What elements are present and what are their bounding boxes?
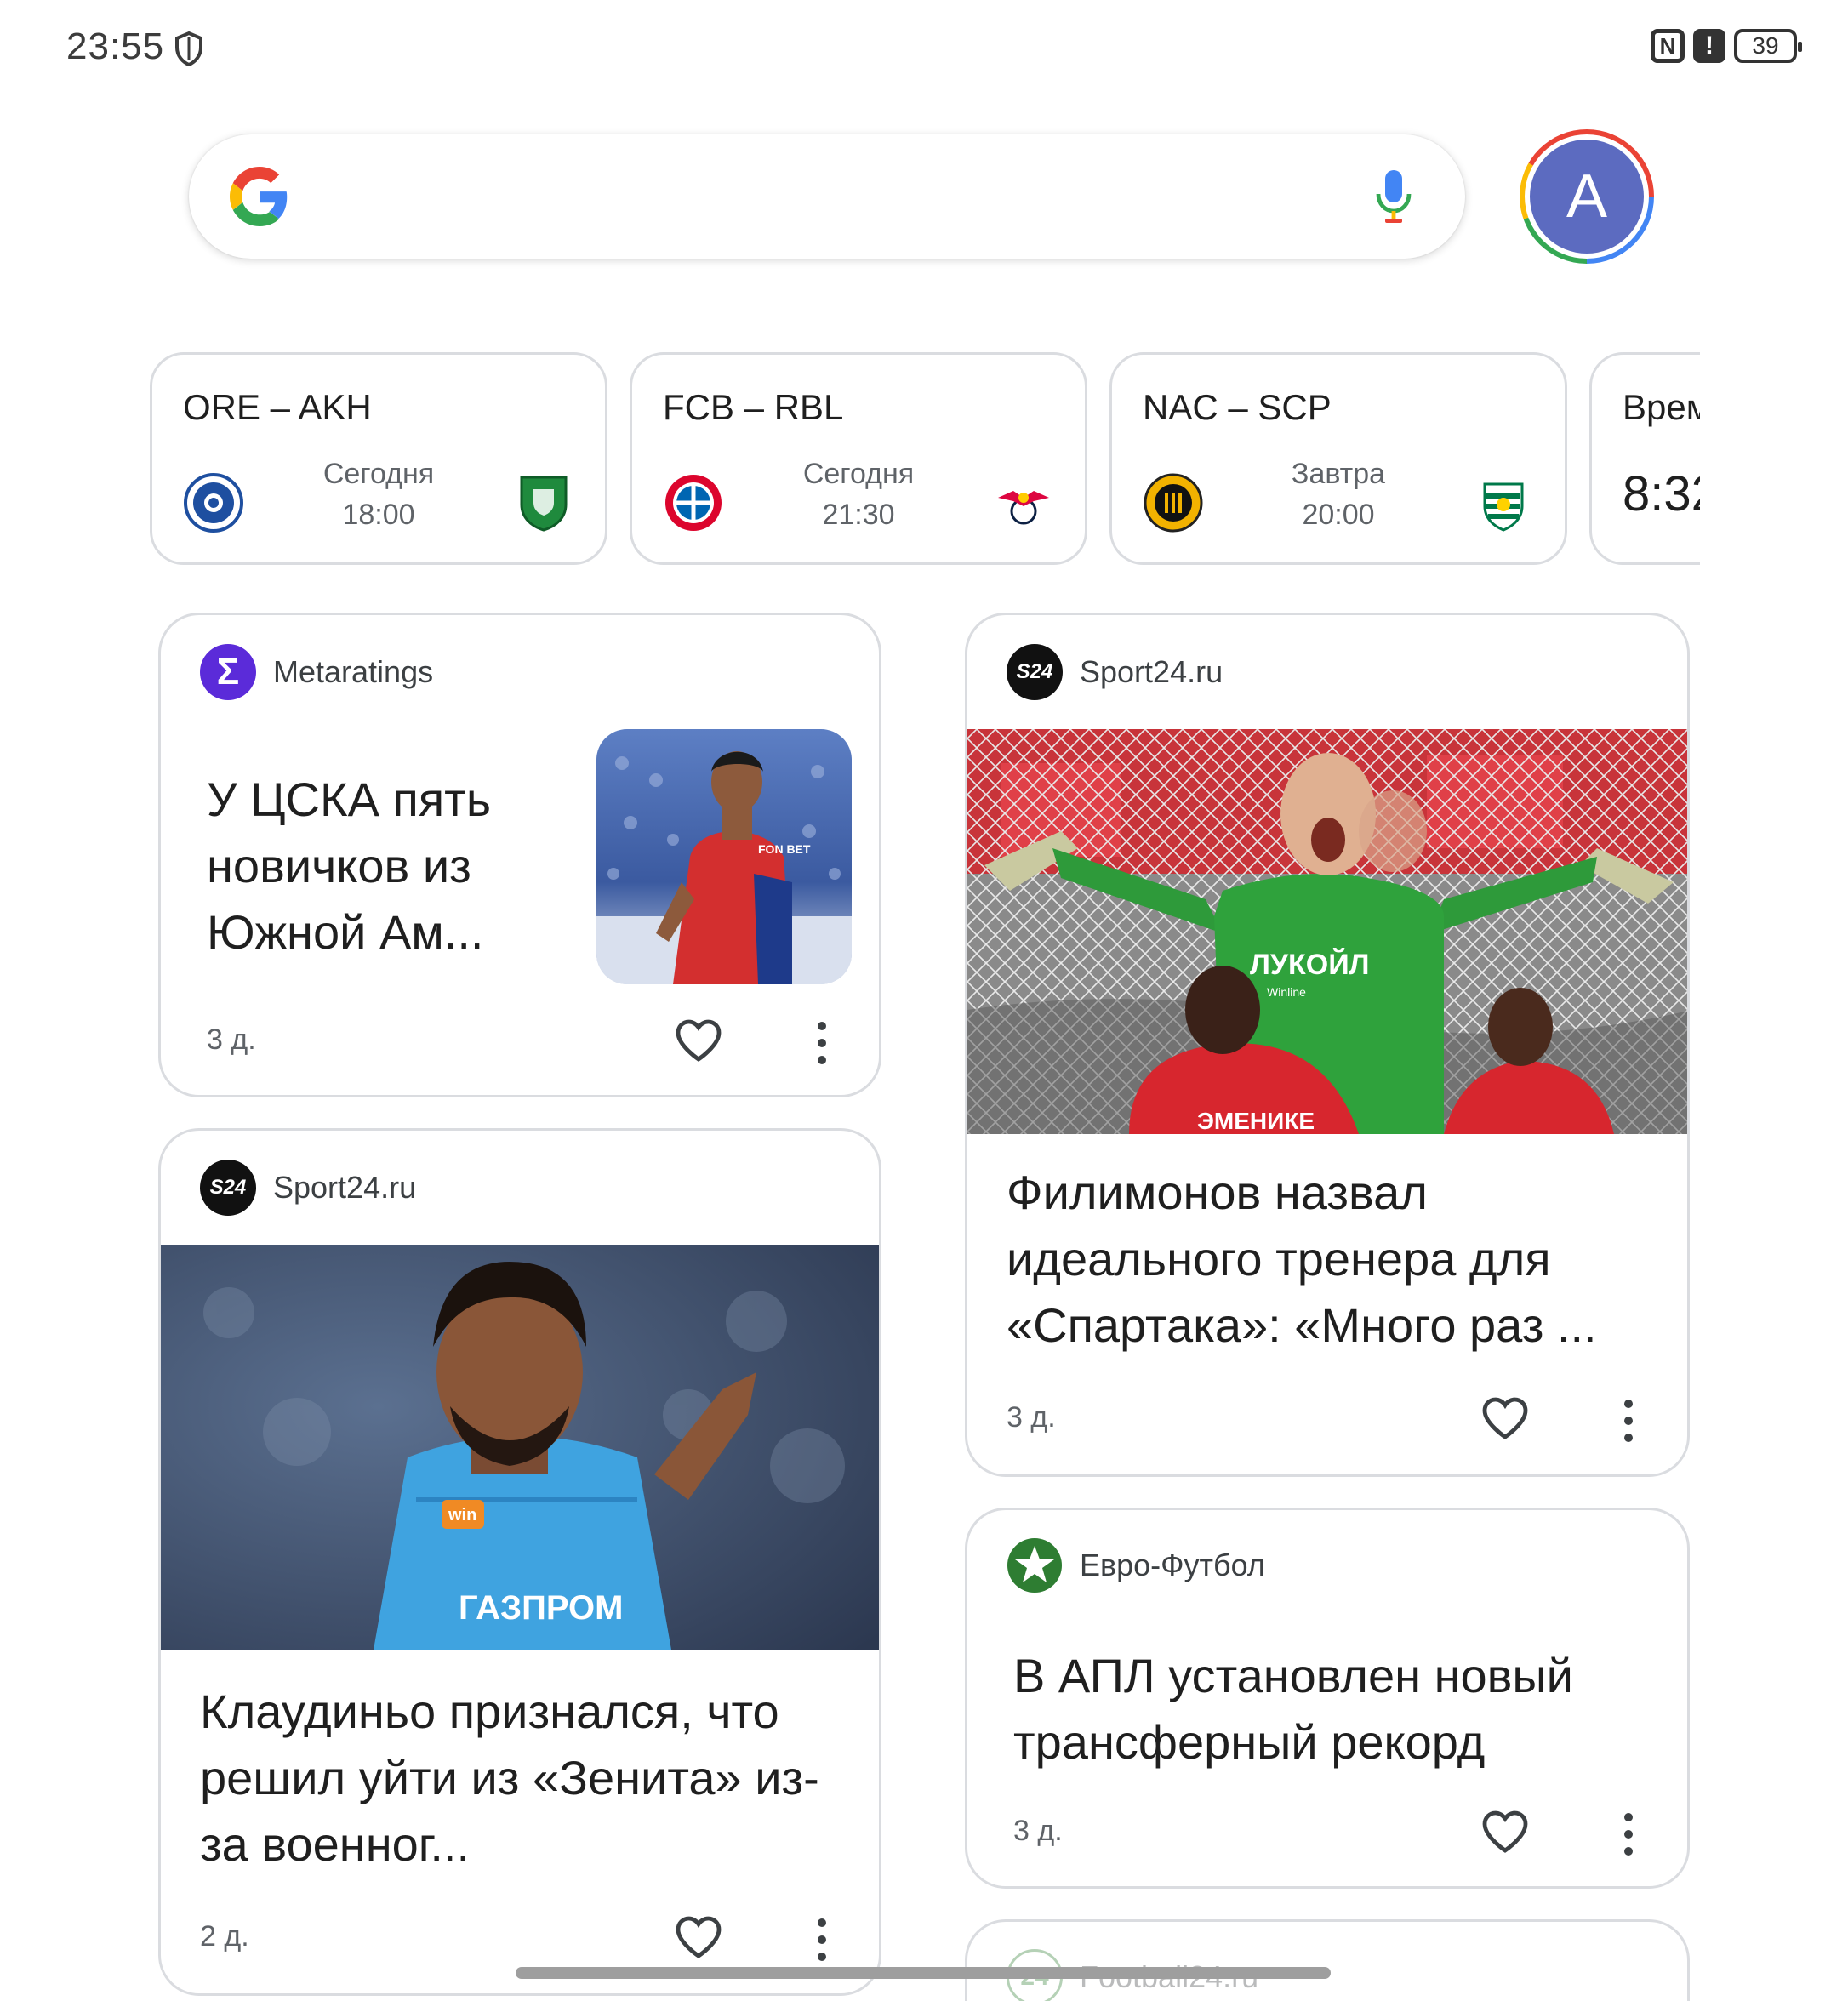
news-age: 3 д. [1013, 1815, 1063, 1847]
news-title[interactable]: Клаудиньо признался, что решил уйти из «… [200, 1679, 864, 1878]
source-name: Евро-Футбол [1080, 1548, 1265, 1582]
heart-icon[interactable] [1481, 1810, 1529, 1854]
microphone-icon[interactable] [1375, 168, 1412, 225]
match-card[interactable]: FCB – RBL Сегодня 21:30 [630, 352, 1087, 565]
google-logo-icon [230, 167, 288, 226]
search-input[interactable] [317, 165, 1320, 228]
news-card[interactable]: S24 Sport24.ru ЛУКОЙЛ Winline ЭМЕНИКЕ Фи… [965, 613, 1690, 1477]
jersey-sponsor-text: ГАЗПРОМ [459, 1589, 623, 1627]
heart-icon[interactable] [675, 1915, 722, 1959]
news-title[interactable]: Филимонов назвал идеального тренера для … [1007, 1160, 1670, 1359]
eurofootball-logo-icon [1007, 1538, 1062, 1593]
jersey-badge-text: win [448, 1506, 476, 1525]
search-bar[interactable] [189, 134, 1465, 259]
account-avatar-button[interactable]: A [1520, 129, 1654, 264]
source-name: Metaratings [273, 654, 434, 689]
news-image[interactable]: win ГАЗПРОМ [161, 1245, 879, 1650]
news-source: Евро-Футбол [1007, 1536, 1265, 1595]
jersey-sponsor-text: ЛУКОЙЛ [1250, 948, 1370, 981]
news-card[interactable]: S24 Sport24.ru win ГАЗПРОМ Клаудиньо при… [158, 1128, 881, 1996]
news-source: S24 Sport24.ru [200, 1158, 416, 1217]
match-card[interactable]: NAC – SCP Завтра 20:00 [1109, 352, 1567, 565]
battery-icon: 39 [1734, 29, 1802, 63]
match-hour: 8:32 [1623, 466, 1700, 522]
more-options-icon[interactable] [816, 1022, 828, 1064]
more-options-icon[interactable] [816, 1918, 828, 1961]
news-age: 3 д. [207, 1023, 256, 1056]
jersey-name-text: ЭМЕНИКЕ [1197, 1108, 1315, 1134]
football-player-photo: FON BET [596, 729, 852, 984]
news-age: 2 д. [200, 1920, 249, 1953]
match-title: ORE – AKH [183, 387, 372, 427]
news-source: Σ Metaratings [200, 642, 433, 702]
more-options-icon[interactable] [1623, 1400, 1634, 1442]
team-crest-icon [1483, 482, 1524, 532]
match-title: Врем [1623, 387, 1700, 427]
source-name: Sport24.ru [1080, 654, 1223, 689]
jersey-sponsor-text: FON BET [758, 842, 811, 856]
avatar: A [1530, 140, 1644, 254]
shield-icon [175, 31, 202, 66]
sports-scores-carousel[interactable]: ORE – AKH Сегодня 18:00 FCB – RBL Сегодн… [150, 352, 1700, 567]
source-name: Sport24.ru [273, 1170, 417, 1205]
football-player-photo: win ГАЗПРОМ [161, 1245, 879, 1650]
team-crest-icon [998, 491, 1049, 525]
status-bar: 23:55 N ! 39 [0, 0, 1848, 102]
nfc-icon: N [1651, 29, 1685, 63]
team-crest-icon [520, 476, 568, 532]
heart-icon[interactable] [675, 1018, 722, 1063]
status-time: 23:55 [66, 26, 165, 67]
sport24-logo-icon: S24 [200, 1160, 256, 1216]
news-card[interactable]: Евро-Футбол В АПЛ установлен новый транс… [965, 1508, 1690, 1889]
alert-icon: ! [1693, 29, 1725, 63]
news-card[interactable]: 24 Football24.ru [965, 1919, 1690, 2001]
more-options-icon[interactable] [1623, 1813, 1634, 1856]
match-title: NAC – SCP [1143, 387, 1332, 427]
news-title[interactable]: У ЦСКА пять новичков из Южной Ам... [207, 767, 581, 966]
heart-icon[interactable] [1481, 1396, 1529, 1440]
metaratings-logo-icon: Σ [200, 644, 256, 700]
match-card[interactable]: ORE – AKH Сегодня 18:00 [150, 352, 607, 565]
news-thumbnail[interactable]: FON BET [596, 729, 852, 984]
match-card[interactable]: Врем 8:32 [1589, 352, 1700, 565]
news-source: S24 Sport24.ru [1007, 642, 1223, 702]
news-age: 3 д. [1007, 1401, 1056, 1434]
status-icons: N ! 39 [1651, 29, 1802, 63]
sport24-logo-icon: S24 [1007, 644, 1063, 700]
battery-level: 39 [1752, 32, 1779, 59]
news-title[interactable]: В АПЛ установлен новый трансферный рекор… [1013, 1643, 1660, 1776]
match-title: FCB – RBL [663, 387, 844, 427]
home-gesture-bar[interactable] [516, 1967, 1331, 1979]
jersey-sub-sponsor-text: Winline [1267, 985, 1306, 999]
goalkeeper-photo: ЛУКОЙЛ Winline ЭМЕНИКЕ [967, 729, 1687, 1134]
news-card[interactable]: Σ Metaratings У ЦСКА пять новичков из Юж… [158, 613, 881, 1097]
news-image[interactable]: ЛУКОЙЛ Winline ЭМЕНИКЕ [967, 729, 1687, 1134]
